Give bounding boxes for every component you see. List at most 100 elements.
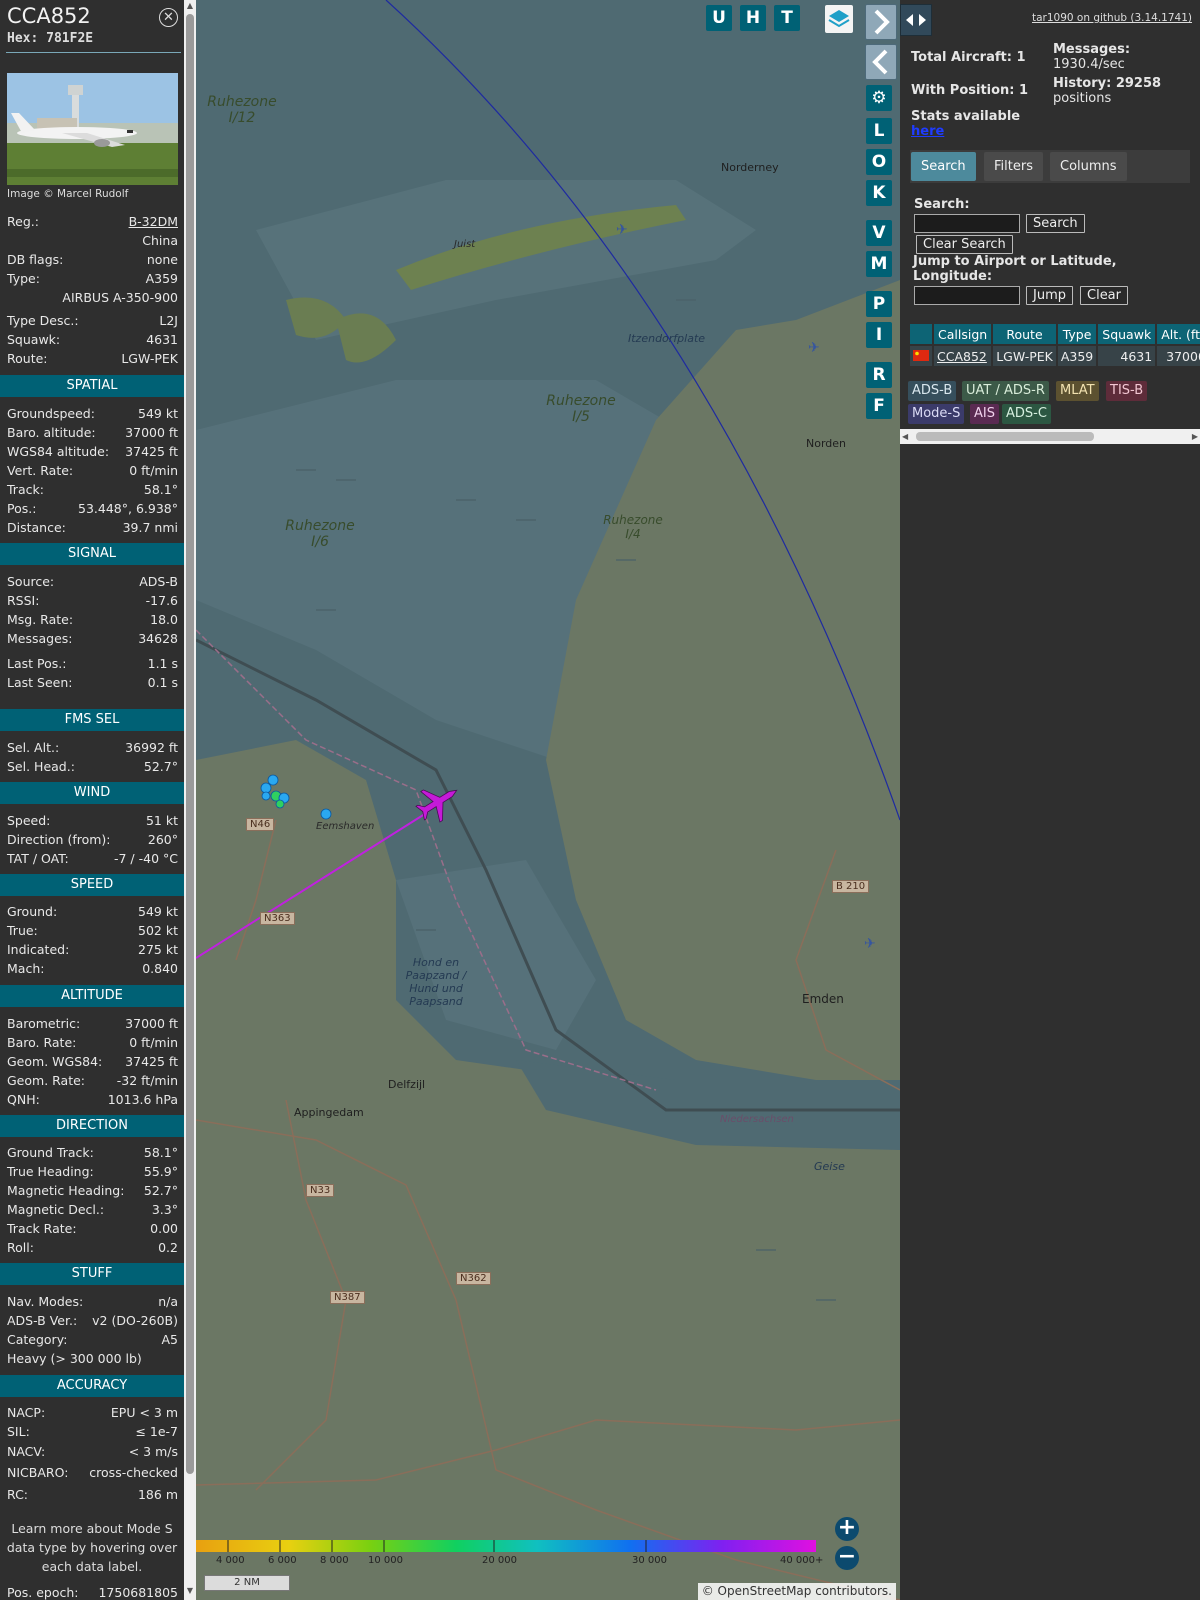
source-badge[interactable]: UAT / ADS-R <box>962 381 1049 401</box>
info-row: Messages: 34628 <box>7 629 178 648</box>
layer-button-t[interactable]: T <box>774 5 800 31</box>
info-value: 58.1° <box>143 1145 178 1160</box>
messages-label: Messages: <box>1053 42 1131 57</box>
table-row[interactable]: CCA852 LGW-PEK A359 4631 37000 <box>910 346 1200 366</box>
flag-cell <box>910 346 932 366</box>
colorbar-label: 6 000 <box>268 1555 297 1566</box>
side-button-m[interactable]: M <box>866 251 892 277</box>
info-row-pos-epoch: Pos. epoch: 1750681805 <box>7 1583 178 1600</box>
scroll-down-icon[interactable]: ▼ <box>185 1586 195 1595</box>
callsign-cell[interactable]: CCA852 <box>934 346 992 366</box>
source-badge[interactable]: TIS-B <box>1106 381 1148 401</box>
side-button-v[interactable]: V <box>866 220 892 246</box>
table-horizontal-scrollbar[interactable]: ◀ ▶ <box>900 429 1200 444</box>
info-label: RC: <box>7 1487 29 1502</box>
info-value: A5 <box>161 1332 178 1347</box>
aircraft-info-panel: CCA852 Hex: 781F2E ✕ Image © Marcel Rudo… <box>0 0 184 1600</box>
side-button-o[interactable]: O <box>866 149 892 175</box>
tab-filters[interactable]: Filters <box>984 152 1043 181</box>
svg-text:✈: ✈ <box>864 936 876 952</box>
info-label: Barometric: <box>7 1016 81 1031</box>
clear-search-button[interactable]: Clear Search <box>916 235 1013 254</box>
info-row: Last Pos.: 1.1 s <box>7 654 178 673</box>
side-button-p[interactable]: P <box>866 291 892 317</box>
side-button-k[interactable]: K <box>866 180 892 206</box>
info-label: True Heading: <box>7 1164 94 1179</box>
info-label: Category: <box>7 1332 68 1347</box>
road-label-n46: N46 <box>246 818 275 831</box>
table-header-row: Callsign Route Type Squawk Alt. (ft) S <box>910 324 1200 344</box>
map-label-geise: Geise <box>814 1160 845 1173</box>
tab-columns[interactable]: Columns <box>1050 152 1127 181</box>
map-view[interactable]: ✈ ✈ ✈ Ruhezone I/12 Norderney Juist Itze… <box>196 0 900 1600</box>
info-label: NACV: <box>7 1444 46 1459</box>
jump-button[interactable]: Jump <box>1026 286 1073 305</box>
tab-search[interactable]: Search <box>911 152 976 181</box>
scrollbar-thumb[interactable] <box>916 432 1094 441</box>
source-badge[interactable]: AIS <box>970 404 999 424</box>
search-input[interactable] <box>914 214 1020 233</box>
expand-panel-button[interactable] <box>865 4 897 40</box>
map-attribution[interactable]: © OpenStreetMap contributors. <box>697 1583 896 1600</box>
column-header-callsign[interactable]: Callsign <box>934 324 992 344</box>
total-aircraft: Total Aircraft: 1 <box>911 50 1026 65</box>
side-button-r[interactable]: R <box>866 362 892 388</box>
settings-button[interactable]: ⚙ <box>866 85 892 111</box>
column-header-flag[interactable] <box>910 324 932 344</box>
column-header-altitude[interactable]: Alt. (ft) <box>1157 324 1200 344</box>
registration-link[interactable]: B-32DM <box>129 212 178 231</box>
scrollbar-thumb[interactable] <box>186 14 194 1474</box>
side-button-f[interactable]: F <box>866 393 892 419</box>
info-label: SIL: <box>7 1424 30 1439</box>
layers-icon[interactable] <box>825 5 853 33</box>
scroll-up-icon[interactable]: ▲ <box>185 1 195 10</box>
stats-link[interactable]: here <box>911 124 944 140</box>
scroll-right-icon[interactable]: ▶ <box>1192 429 1198 444</box>
info-value: v2 (DO-260B) <box>92 1313 178 1328</box>
side-button-i[interactable]: I <box>866 322 892 348</box>
map-label-ruhezone-i4: Ruhezone I/4 <box>603 513 663 541</box>
column-header-type[interactable]: Type <box>1057 324 1097 344</box>
resize-panel-button[interactable] <box>900 4 932 36</box>
info-row: Geom. Rate: -32 ft/min <box>7 1071 178 1090</box>
colorbar-label: 40 000+ <box>780 1555 824 1566</box>
resize-arrows-icon <box>906 14 926 26</box>
jump-input[interactable] <box>914 286 1020 305</box>
layer-button-h[interactable]: H <box>740 5 766 31</box>
zoom-out-button[interactable]: − <box>835 1546 859 1570</box>
source-badge[interactable]: ADS-C <box>1002 404 1051 424</box>
layer-button-u[interactable]: U <box>706 5 732 31</box>
collapse-panel-button[interactable] <box>865 44 897 80</box>
info-row: Baro. altitude: 37000 ft <box>7 423 178 442</box>
info-label: Msg. Rate: <box>7 612 74 627</box>
info-label: Ground Track: <box>7 1145 94 1160</box>
info-panel-scrollbar[interactable]: ▲ ▼ <box>184 0 196 1600</box>
info-label: Route: <box>7 351 48 366</box>
github-link[interactable]: tar1090 on github (3.14.1741) <box>1032 12 1192 24</box>
info-row: Pos.: 53.448°, 6.938° <box>7 499 178 518</box>
info-label: Indicated: <box>7 942 70 957</box>
column-header-squawk[interactable]: Squawk <box>1098 324 1156 344</box>
search-button[interactable]: Search <box>1026 214 1085 233</box>
clear-button[interactable]: Clear <box>1080 286 1128 305</box>
source-badge[interactable]: Mode-S <box>908 404 965 424</box>
source-badge[interactable]: ADS-B <box>908 381 957 401</box>
info-row: NICBARO: cross-checked <box>7 1463 178 1482</box>
close-icon[interactable]: ✕ <box>159 8 178 27</box>
colorbar-label: 20 000 <box>482 1555 517 1566</box>
column-header-route[interactable]: Route <box>993 324 1056 344</box>
info-row: Sel. Alt.: 36992 ft <box>7 738 178 757</box>
info-value: 186 m <box>137 1487 178 1502</box>
source-badge[interactable]: MLAT <box>1056 381 1099 401</box>
divider <box>6 52 181 53</box>
zoom-in-button[interactable]: + <box>835 1517 859 1541</box>
aircraft-photo[interactable] <box>7 73 178 185</box>
squawk-cell: 4631 <box>1098 346 1156 366</box>
side-button-l[interactable]: L <box>866 118 892 144</box>
info-value: China <box>142 233 178 248</box>
info-row: Type Desc.: L2J <box>7 311 178 330</box>
colorbar-label: 4 000 <box>216 1555 245 1566</box>
scroll-left-icon[interactable]: ◀ <box>902 429 908 444</box>
road-label-n363: N363 <box>260 912 295 925</box>
info-row: Track Rate: 0.00 <box>7 1219 178 1238</box>
